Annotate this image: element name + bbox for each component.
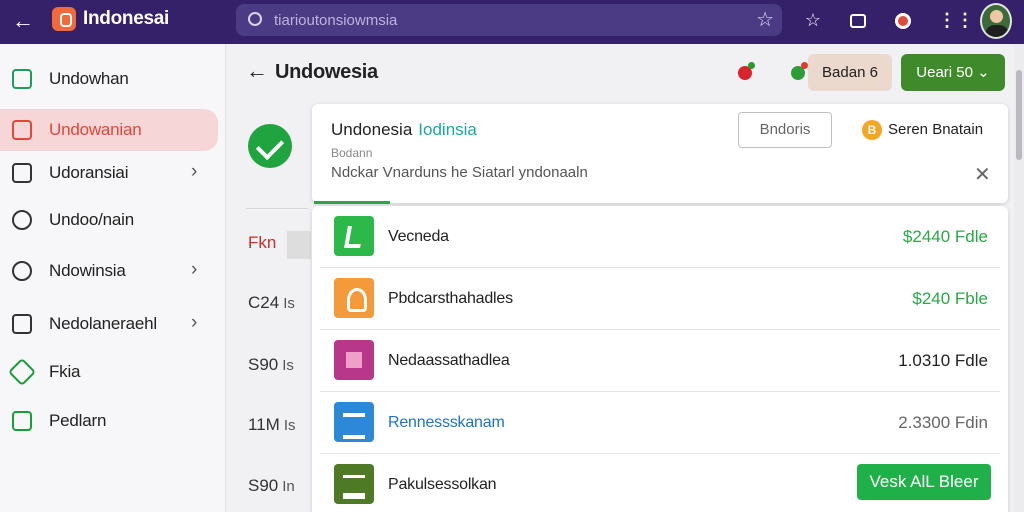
- primary-dropdown-button[interactable]: Ueari 50 ⌄: [901, 54, 1005, 91]
- info-title-text: Undonesia: [331, 120, 413, 139]
- left-value-tag: Is: [283, 417, 296, 434]
- info-card-button[interactable]: Bndoris: [738, 112, 832, 148]
- chevron-right-icon: ›: [191, 312, 198, 333]
- list-item[interactable]: Rennessskanam 2.3300 Fdin: [320, 392, 1000, 454]
- left-value-tag: Is: [282, 357, 294, 374]
- list-card: Vecneda $2440 Fdle Pbdcarsthahadles $240…: [312, 206, 1008, 512]
- list-item[interactable]: Pbdcarsthahadles $240 Fble: [320, 268, 1000, 330]
- info-card-subtitle: Bodann: [331, 146, 373, 160]
- info-card-title: Undonesia Iodinsia: [331, 120, 477, 140]
- primary-button-label: Ueari 50: [916, 64, 973, 81]
- close-icon[interactable]: ✕: [974, 162, 991, 187]
- view-all-button[interactable]: Vesk AlL Bleer: [857, 464, 991, 500]
- paperclip-icon: [7, 205, 37, 235]
- secondary-button[interactable]: Badan 6: [808, 54, 892, 91]
- left-value-3: 11M Is: [248, 415, 295, 435]
- app-logo-icon: [52, 7, 76, 31]
- sidebar-item-5[interactable]: Nedolaneraehl ›: [0, 303, 218, 345]
- check-circle-icon: [248, 124, 292, 168]
- browser-top-bar: ← Indonesai tiarioutonsiowmsia ☆ ☆ ⋮⋮: [0, 0, 1024, 44]
- coin-icon: B: [862, 120, 882, 140]
- tag-icon: [7, 357, 37, 387]
- more-menu-icon[interactable]: ⋮⋮: [938, 7, 974, 33]
- sidebar-item-0[interactable]: Undowhan: [0, 58, 218, 100]
- sidebar-item-7[interactable]: Pedlarn: [0, 400, 218, 442]
- folder-icon: [12, 314, 32, 334]
- sidebar-item-label: Nedolaneraehl: [49, 314, 157, 333]
- tag-box: [287, 231, 311, 259]
- sidebar-item-label: Undoo/nain: [49, 210, 134, 229]
- sidebar-item-label: Ndowinsia: [49, 261, 126, 280]
- list-item-name: Nedaassathadlea: [388, 352, 510, 369]
- list-item-name: Rennessskanam: [388, 414, 505, 431]
- green-document-icon: [334, 216, 374, 256]
- left-value-4: S90 In: [248, 476, 295, 496]
- sidebar-item-label: Undowhan: [49, 69, 129, 88]
- olive-list-icon: [334, 464, 374, 504]
- sidebar-item-label: Undowanian: [49, 120, 142, 139]
- left-value-text: C24: [248, 293, 280, 312]
- notification-icon[interactable]: [736, 62, 756, 82]
- left-value-1: C24 Is: [248, 293, 295, 313]
- chevron-right-icon: ›: [191, 161, 198, 182]
- list-item-amount: $2440 Fdle: [902, 227, 988, 246]
- coin-label[interactable]: Seren Bnatain: [888, 121, 983, 138]
- info-title-accent: Iodinsia: [418, 120, 477, 139]
- orange-user-icon: [334, 278, 374, 318]
- list-item-name: Pakulsessolkan: [388, 476, 497, 493]
- address-bar[interactable]: tiarioutonsiowmsia ☆: [236, 4, 782, 36]
- app-title: Indonesai: [83, 8, 169, 29]
- left-value-text: S90: [248, 476, 279, 495]
- scrollbar-thumb[interactable]: [1016, 70, 1022, 160]
- divider: [246, 208, 308, 209]
- info-card-description: Ndckar Vnarduns he Siatarl yndonaaln: [331, 164, 588, 181]
- left-value-text: Fkn: [248, 233, 277, 252]
- clipboard-icon: [12, 163, 32, 183]
- tab-underline: [314, 201, 390, 204]
- sidebar: Undowhan Undowanian Udoransiai › Undoo/n…: [0, 44, 226, 512]
- screen-icon[interactable]: [845, 7, 871, 33]
- sidebar-item-3[interactable]: Undoo/nain: [0, 199, 218, 241]
- sidebar-item-label: Fkia: [49, 362, 81, 381]
- back-arrow-icon[interactable]: ←: [10, 8, 36, 34]
- sidebar-item-label: Pedlarn: [49, 411, 107, 430]
- list-item[interactable]: Vecneda $2440 Fdle: [320, 206, 1000, 268]
- list-item[interactable]: Nedaassathadlea 1.0310 Fdle: [320, 330, 1000, 392]
- blue-drive-icon: [334, 402, 374, 442]
- left-value-0: Fkn: [248, 233, 276, 253]
- sidebar-item-6[interactable]: Fkia: [0, 351, 218, 393]
- list-item-amount: 2.3300 Fdin: [898, 413, 988, 432]
- sidebar-item-4[interactable]: Ndowinsia ›: [0, 250, 218, 292]
- settings-icon: [12, 261, 32, 281]
- page-back-icon[interactable]: ←: [246, 58, 268, 84]
- home-icon: [12, 411, 32, 431]
- left-value-text: S90: [248, 355, 279, 374]
- list-item-name: Vecneda: [388, 228, 449, 245]
- list-item-name: Pbdcarsthahadles: [388, 290, 513, 307]
- list-item[interactable]: Pakulsessolkan Vesk AlL Bleer: [320, 454, 1000, 512]
- sidebar-item-2[interactable]: Udoransiai ›: [0, 152, 218, 194]
- address-bar-text[interactable]: tiarioutonsiowmsia: [274, 12, 397, 29]
- bookmark-star-icon[interactable]: ☆: [756, 7, 774, 32]
- search-icon: [248, 12, 262, 26]
- status-icon[interactable]: [789, 62, 809, 82]
- list-item-amount: $240 Fble: [912, 289, 988, 308]
- left-value-tag: Is: [283, 295, 295, 312]
- left-value-text: 11M: [248, 415, 280, 434]
- left-value-2: S90 Is: [248, 355, 294, 375]
- document-icon: [12, 120, 32, 140]
- list-item-amount: 1.0310 Fdle: [898, 351, 988, 370]
- chevron-right-icon: ›: [191, 259, 198, 280]
- user-avatar[interactable]: [980, 3, 1012, 39]
- extension-icon[interactable]: [890, 7, 916, 33]
- star-icon[interactable]: ☆: [800, 7, 826, 33]
- pink-file-icon: [334, 340, 374, 380]
- chart-icon: [12, 69, 32, 89]
- sidebar-item-label: Udoransiai: [49, 163, 129, 182]
- page-title: Undowesia: [275, 61, 378, 83]
- sidebar-item-1[interactable]: Undowanian: [0, 109, 218, 151]
- chevron-down-icon: ⌄: [977, 64, 990, 81]
- left-value-tag: In: [282, 478, 295, 495]
- info-card: Undonesia Iodinsia Bodann Ndckar Vnarduns…: [312, 104, 1008, 203]
